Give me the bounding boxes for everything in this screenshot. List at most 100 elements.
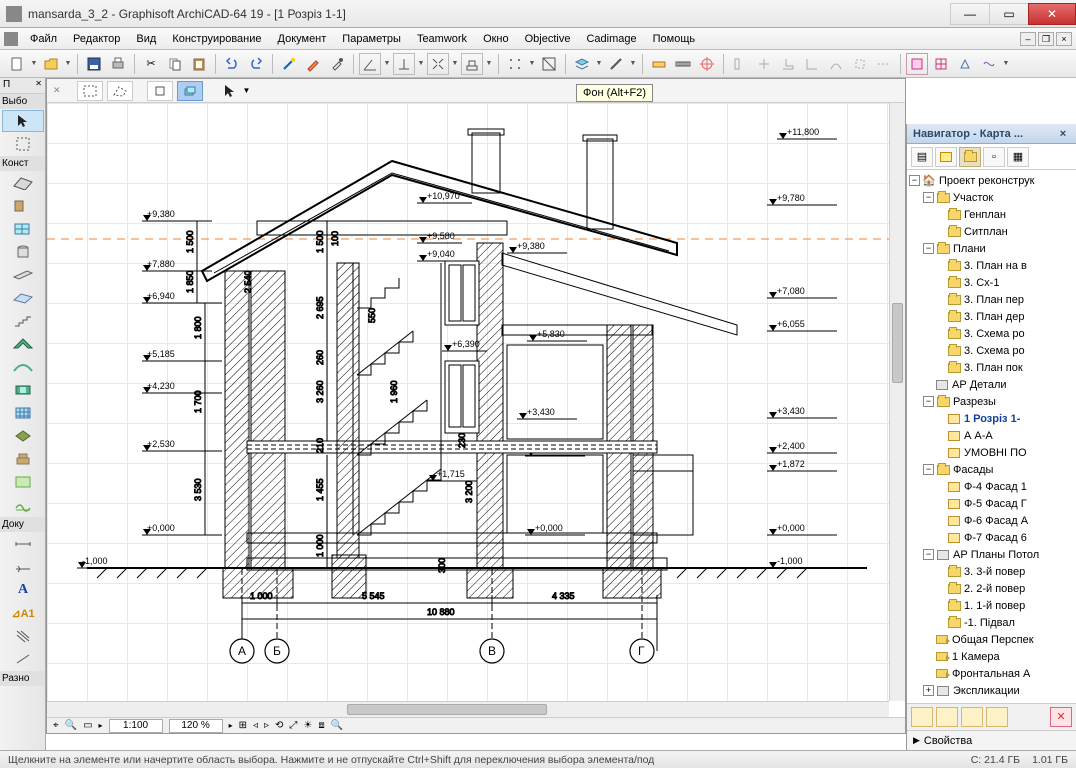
t4-button[interactable] [801,53,823,75]
object-tool[interactable] [2,448,44,470]
b-ico3[interactable]: ▭ [83,720,92,731]
p3-button[interactable] [954,53,976,75]
angle1-button[interactable] [359,53,381,75]
grid-dd[interactable]: ▼ [451,53,459,75]
menu-file[interactable]: Файл [22,31,65,47]
arrow-tool[interactable] [2,110,44,132]
navigator-close[interactable]: × [1056,128,1070,140]
properties-toggle[interactable]: ▶Свойства [907,730,1076,750]
dim-tool[interactable] [2,533,44,555]
slab-tool[interactable] [2,287,44,309]
print-button[interactable] [107,53,129,75]
maximize-button[interactable]: ▭ [989,3,1029,25]
menu-view[interactable]: Вид [128,31,164,47]
nf-3[interactable] [961,707,983,727]
t2-button[interactable] [753,53,775,75]
measure-button[interactable] [672,53,694,75]
new-button[interactable] [6,53,28,75]
t1-button[interactable] [729,53,751,75]
nav-tab-3[interactable] [959,147,981,167]
copy-button[interactable] [164,53,186,75]
nf-1[interactable] [911,707,933,727]
close-button[interactable]: ✕ [1028,3,1076,25]
nf-del[interactable]: ✕ [1050,707,1072,727]
q-rect[interactable] [77,81,103,101]
label-tool[interactable]: ⊿A1 [2,602,44,624]
mesh-tool[interactable] [2,494,44,516]
open-dd[interactable]: ▼ [64,53,72,75]
q-single[interactable] [147,81,173,101]
undo-button[interactable] [221,53,243,75]
tree-sel[interactable]: 1 Розріз 1- [964,413,1020,425]
save-button[interactable] [83,53,105,75]
t3-button[interactable] [777,53,799,75]
mdi-close[interactable]: × [1056,32,1072,46]
text-tool[interactable]: A [2,579,44,601]
menu-objective[interactable]: Objective [517,31,579,47]
curtain-tool[interactable] [2,402,44,424]
line-button[interactable] [605,53,627,75]
snap-button[interactable] [461,53,483,75]
minimize-button[interactable]: — [950,3,990,25]
wand-button[interactable] [278,53,300,75]
menu-teamwork[interactable]: Teamwork [409,31,475,47]
b-nav2[interactable]: ◃ [253,720,258,731]
p2-button[interactable] [930,53,952,75]
p4-button[interactable] [978,53,1000,75]
line-tool[interactable] [2,648,44,670]
line-dd[interactable]: ▼ [629,53,637,75]
window-tool[interactable] [2,218,44,240]
menu-help[interactable]: Помощь [645,31,704,47]
menu-construct[interactable]: Конструирование [164,31,269,47]
nav-tab-5[interactable]: ▦ [1007,147,1029,167]
perp-dd[interactable]: ▼ [417,53,425,75]
nav-tab-1[interactable]: ▤ [911,147,933,167]
project-tree[interactable]: −🏠Проект реконструк −Участок Генплан Сит… [907,170,1076,704]
beam-tool[interactable] [2,264,44,286]
scale-input[interactable] [109,719,163,733]
t7-button[interactable] [873,53,895,75]
nav-tab-4[interactable]: ▫ [983,147,1005,167]
level-tool[interactable] [2,556,44,578]
b-nav5[interactable]: ⤢ [289,720,297,731]
marquee-tool[interactable] [2,133,44,155]
lp-tab1[interactable]: П [3,79,10,92]
redo-button[interactable] [245,53,267,75]
b-nav3[interactable]: ▹ [264,720,269,731]
p4-dd[interactable]: ▼ [1002,53,1010,75]
dots-dd[interactable]: ▼ [528,53,536,75]
skylight-tool[interactable] [2,379,44,401]
p1-button[interactable] [906,53,928,75]
t6-button[interactable] [849,53,871,75]
b-nav6[interactable]: ☀ [303,720,312,731]
half-button[interactable] [538,53,560,75]
wall-tool[interactable] [2,172,44,194]
column-tool[interactable] [2,241,44,263]
shell-tool[interactable] [2,356,44,378]
layers-button[interactable] [571,53,593,75]
b-nav4[interactable]: ⟲ [275,720,283,731]
cut-button[interactable]: ✂ [140,53,162,75]
layers-dd[interactable]: ▼ [595,53,603,75]
nav-tab-2[interactable] [935,147,957,167]
q-layers[interactable] [177,81,203,101]
ruler-button[interactable] [648,53,670,75]
perp-button[interactable] [393,53,415,75]
zoom-input[interactable] [169,719,223,733]
menu-editor[interactable]: Редактор [65,31,128,47]
vertical-scrollbar[interactable] [889,103,905,701]
dots-button[interactable] [504,53,526,75]
snap-dd[interactable]: ▼ [485,53,493,75]
open-button[interactable] [40,53,62,75]
b-ico2[interactable]: 🔍 [65,720,77,731]
menu-params[interactable]: Параметры [334,31,409,47]
grid-button[interactable] [427,53,449,75]
fill-tool[interactable] [2,625,44,647]
b-nav1[interactable]: ⊞ [239,720,247,731]
eyedropper-button[interactable] [326,53,348,75]
q-poly[interactable] [107,81,133,101]
q-arrow[interactable] [221,81,239,101]
door-tool[interactable] [2,195,44,217]
morph-tool[interactable] [2,425,44,447]
mdi-minimize[interactable]: – [1020,32,1036,46]
